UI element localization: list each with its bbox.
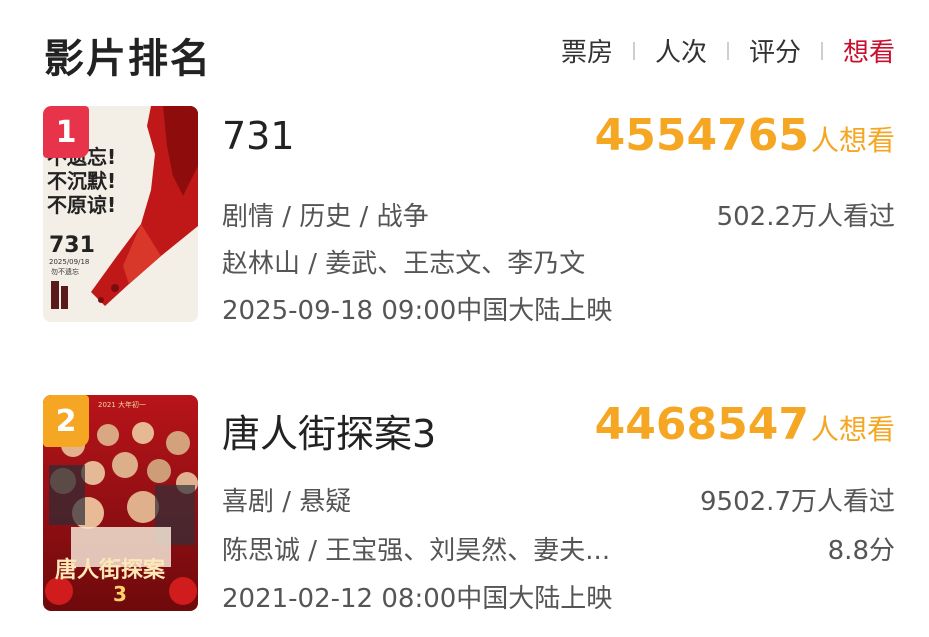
want-count: 4468547 人想看 [595, 399, 895, 450]
movie-title[interactable]: 唐人街探案3 [222, 403, 436, 458]
movie-poster[interactable]: 2021 大年初一 唐人街探案 3 2 [43, 395, 198, 611]
poster-tangrenjie-title: 唐人街探案 [55, 557, 166, 583]
tab-divider [632, 41, 635, 60]
tab-want-to-watch[interactable]: 想看 [843, 32, 895, 69]
movie-card-731[interactable]: 不遗忘! 不沉默! 不原谅! 731 2025/09/18 勿不遗忘 1 731… [0, 106, 929, 326]
movie-cast: 陈思诚 / 王宝强、刘昊然、妻夫... [222, 536, 611, 566]
want-number: 4468547 [594, 399, 809, 450]
poster-tangrenjie-top: 2021 大年初一 [98, 400, 146, 409]
tab-box-office[interactable]: 票房 [561, 32, 613, 69]
poster-731-tag: 勿不遗忘 [51, 267, 79, 276]
want-number: 4554765 [594, 110, 809, 161]
movie-cast: 赵林山 / 姜武、王志文、李乃文 [222, 249, 586, 279]
sort-tabs: 票房 人次 评分 想看 [561, 32, 895, 69]
tab-attendance[interactable]: 人次 [655, 32, 707, 69]
movie-title[interactable]: 731 [222, 114, 295, 158]
movie-card-detective-chinatown-3[interactable]: 2021 大年初一 唐人街探案 3 2 唐人街探案3 4468547 人想看 喜… [0, 395, 929, 615]
rating-score: 8.8分 [827, 536, 895, 566]
rank-badge: 2 [43, 395, 89, 447]
poster-731-slogan-3: 不原谅! [47, 193, 116, 217]
watched-count: 502.2万人看过 [716, 202, 895, 232]
want-count: 4554765 人想看 [595, 110, 895, 161]
movie-genre: 喜剧 / 悬疑 [222, 487, 352, 517]
release-date: 2025-09-18 09:00中国大陆上映 [222, 296, 613, 326]
want-unit: 人想看 [810, 413, 895, 446]
movie-poster[interactable]: 不遗忘! 不沉默! 不原谅! 731 2025/09/18 勿不遗忘 1 [43, 106, 198, 322]
watched-count: 9502.7万人看过 [700, 487, 895, 517]
page-title: 影片排名 [44, 36, 212, 82]
tab-rating[interactable]: 评分 [749, 32, 801, 69]
release-date: 2021-02-12 08:00中国大陆上映 [222, 584, 613, 614]
tab-divider [726, 41, 729, 60]
poster-731-slogan-2: 不沉默! [47, 169, 116, 193]
movie-genre: 剧情 / 历史 / 战争 [222, 202, 429, 232]
want-unit: 人想看 [810, 124, 895, 157]
poster-731-title: 731 [49, 233, 95, 258]
rank-badge: 1 [43, 106, 89, 158]
poster-731-date: 2025/09/18 [49, 258, 89, 266]
header: 影片排名 票房 人次 评分 想看 [0, 0, 929, 100]
tab-divider [820, 41, 823, 60]
poster-tangrenjie-number: 3 [113, 582, 127, 606]
